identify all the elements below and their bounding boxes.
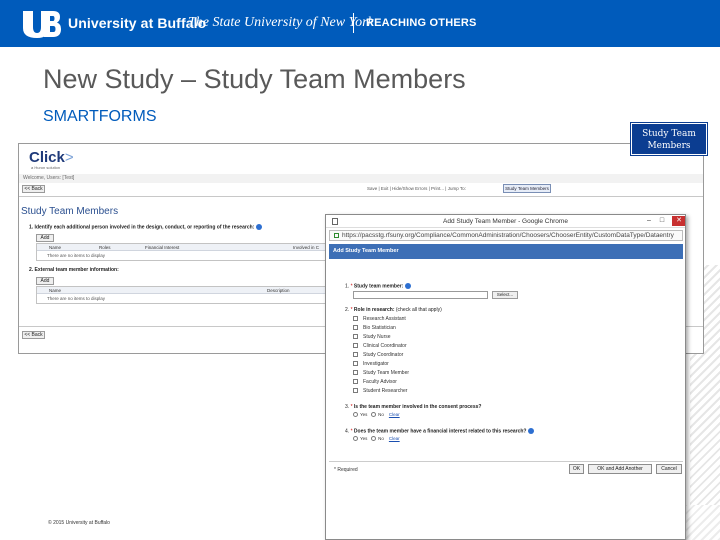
ok-button[interactable]: OK — [569, 464, 584, 474]
empty-message: There are no items to display — [47, 253, 106, 258]
radio-yes[interactable] — [353, 412, 358, 418]
radio-no[interactable] — [371, 412, 377, 418]
user-line: Welcome, Users: [Test] — [23, 175, 75, 181]
question-2: 2. External team member information: — [29, 267, 119, 273]
column-header[interactable]: Description — [267, 288, 290, 293]
banner-motto: REACHING OTHERS — [366, 17, 477, 29]
jump-to-select[interactable]: Study Team Members — [503, 184, 551, 193]
role-checkbox[interactable]: Investigator — [353, 361, 389, 367]
slide-subtitle: SMARTFORMS — [43, 108, 157, 125]
empty-message: There are no items to display — [47, 296, 106, 301]
help-icon[interactable] — [405, 283, 412, 289]
click-logo: Click> — [29, 149, 74, 166]
divider — [329, 461, 683, 462]
maximize-icon[interactable]: □ — [657, 217, 667, 225]
role-checkbox[interactable]: Research Assistant — [353, 316, 406, 322]
study-team-members-callout: Study Team Members — [630, 122, 708, 156]
university-tagline: The State University of New York — [188, 15, 374, 30]
help-icon[interactable] — [528, 428, 535, 434]
external-members-grid: Name Description There are no items to d… — [36, 286, 336, 304]
study-team-member-input[interactable] — [353, 291, 488, 299]
grid-header — [37, 287, 335, 294]
column-header[interactable]: Financial Interest — [145, 245, 179, 250]
copyright-footer: © 2015 University at Buffalo — [48, 520, 110, 526]
column-header[interactable]: Name — [49, 288, 61, 293]
role-checkbox[interactable]: Bio Statistician — [353, 325, 396, 331]
divider — [19, 196, 703, 197]
question-3-label: 3. * Is the team member involved in the … — [345, 404, 482, 410]
university-banner: University at Buffalo The State Universi… — [0, 0, 720, 47]
form-toolbar-links[interactable]: Save | Exit | Hide/Show Errors | Print..… — [367, 186, 466, 191]
add-button[interactable]: Add — [36, 234, 54, 242]
role-checkbox[interactable]: Student Researcher — [353, 388, 407, 394]
checkbox[interactable] — [353, 361, 358, 367]
required-note: * Required — [334, 467, 358, 473]
ub-logo-icon — [23, 11, 61, 38]
checkbox[interactable] — [353, 352, 358, 358]
grid-header — [37, 244, 335, 251]
question-1: 1. Identify each additional person invol… — [29, 224, 263, 230]
question-2-label: 2. * Role in research: (check all that a… — [345, 307, 442, 313]
click-logo-sub: a Huron solution — [31, 165, 61, 170]
select-button[interactable]: Select... — [492, 291, 518, 299]
team-members-grid: Name Roles Financial Interest Involved i… — [36, 243, 336, 261]
question-1-label: 1. * Study team member: — [345, 283, 412, 289]
column-header[interactable]: Involved in C — [293, 245, 319, 250]
university-name: University at Buffalo — [68, 15, 207, 31]
role-checkbox[interactable]: Study Nurse — [353, 334, 391, 340]
role-checkbox[interactable]: Clinical Coordinator — [353, 343, 407, 349]
column-header[interactable]: Name — [49, 245, 61, 250]
clear-link[interactable]: Clear — [389, 436, 400, 441]
checkbox[interactable] — [353, 325, 358, 331]
back-button[interactable]: << Back — [22, 331, 45, 339]
financial-radio-group: Yes No Clear — [353, 436, 400, 442]
question-4-label: 4. * Does the team member have a financi… — [345, 428, 535, 434]
address-bar[interactable]: https://pacsstg.rfsuny.org/Compliance/Co… — [329, 230, 683, 241]
dialog-body: 1. * Study team member: Select... 2. * R… — [329, 259, 683, 459]
ok-and-add-another-button[interactable]: OK and Add Another — [588, 464, 652, 474]
slide-title: New Study – Study Team Members — [43, 64, 466, 94]
cancel-button[interactable]: Cancel — [656, 464, 682, 474]
role-checkbox[interactable]: Faculty Advisor — [353, 379, 397, 385]
checkbox[interactable] — [353, 370, 358, 376]
role-checkbox[interactable]: Study Coordinator — [353, 352, 403, 358]
user-band — [19, 174, 703, 183]
checkbox[interactable] — [353, 379, 358, 385]
window-title: Add Study Team Member - Google Chrome — [443, 218, 568, 225]
dialog-header: Add Study Team Member — [329, 244, 683, 259]
close-icon[interactable]: ✕ — [672, 216, 685, 226]
checkbox[interactable] — [353, 334, 358, 340]
help-icon[interactable] — [256, 224, 263, 230]
checkbox[interactable] — [353, 388, 358, 394]
add-button[interactable]: Add — [36, 277, 54, 285]
minimize-icon[interactable]: – — [644, 217, 654, 225]
radio-no[interactable] — [371, 436, 377, 442]
consent-radio-group: Yes No Clear — [353, 412, 400, 418]
role-checkbox[interactable]: Study Team Member — [353, 370, 409, 376]
slide: University at Buffalo The State Universi… — [0, 0, 720, 540]
radio-yes[interactable] — [353, 436, 358, 442]
column-header[interactable]: Roles — [99, 245, 111, 250]
dialog-titlebar: Add Study Team Member - Google Chrome – … — [326, 215, 685, 228]
add-study-team-member-dialog: Add Study Team Member - Google Chrome – … — [325, 214, 686, 540]
clear-link[interactable]: Clear — [389, 412, 400, 417]
back-button[interactable]: << Back — [22, 185, 45, 193]
checkbox[interactable] — [353, 343, 358, 349]
section-title: Study Team Members — [21, 206, 119, 217]
checkbox[interactable] — [353, 316, 358, 322]
lock-icon — [334, 232, 339, 238]
banner-divider — [353, 13, 354, 33]
